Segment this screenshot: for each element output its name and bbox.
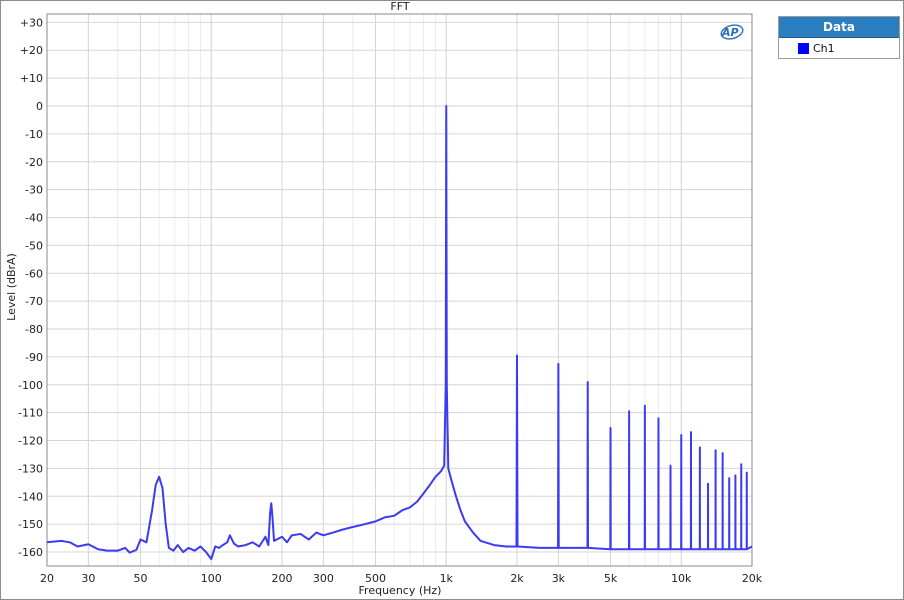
major-gridlines bbox=[47, 14, 752, 566]
x-tick-label: 300 bbox=[313, 572, 334, 585]
x-tick-label: 20 bbox=[40, 572, 54, 585]
x-tick-label: 30 bbox=[81, 572, 95, 585]
x-tick-label: 1k bbox=[440, 572, 454, 585]
x-tick-label: 2k bbox=[510, 572, 524, 585]
y-tick-label: -40 bbox=[25, 212, 43, 225]
x-tick-label: 10k bbox=[671, 572, 692, 585]
y-tick-label: -150 bbox=[18, 518, 43, 531]
svg-text:AP: AP bbox=[721, 26, 739, 39]
y-tick-label: -90 bbox=[25, 351, 43, 364]
y-tick-label: -70 bbox=[25, 295, 43, 308]
series-line-ch1 bbox=[47, 105, 752, 561]
y-tick-label: -30 bbox=[25, 184, 43, 197]
y-tick-label: -80 bbox=[25, 323, 43, 336]
y-tick-label: -100 bbox=[18, 379, 43, 392]
legend-header: Data bbox=[779, 17, 899, 38]
y-tick-label: -20 bbox=[25, 156, 43, 169]
y-tick-label: +20 bbox=[20, 44, 43, 57]
y-tick-label: +10 bbox=[20, 72, 43, 85]
x-tick-label: 50 bbox=[134, 572, 148, 585]
y-tick-label: -130 bbox=[18, 462, 43, 475]
minor-gridlines bbox=[87, 14, 682, 566]
ap-logo-icon: AP bbox=[720, 24, 744, 40]
legend-item-label: Ch1 bbox=[813, 41, 835, 55]
plot-area[interactable] bbox=[46, 13, 753, 567]
chart-title: FFT bbox=[390, 0, 409, 13]
y-tick-label: -160 bbox=[18, 546, 43, 559]
x-tick-label: 100 bbox=[201, 572, 222, 585]
series-layer bbox=[47, 105, 752, 561]
fft-chart: +30 +20 +10 0 -10 -20 -30 -40 -50 -60 -70 -80 -90 -10… bbox=[5, 0, 763, 597]
y-tick-label: 0 bbox=[36, 100, 43, 113]
y-tick-label: -140 bbox=[18, 490, 43, 503]
x-tick-label: 20k bbox=[742, 572, 763, 585]
x-tick-label: 5k bbox=[604, 572, 618, 585]
y-axis-ticks: +30 +20 +10 0 -10 -20 -30 -40 -50 -60 -70 -80 -90 -10… bbox=[18, 16, 43, 559]
y-tick-label: +30 bbox=[20, 16, 43, 29]
y-tick-label: -10 bbox=[25, 128, 43, 141]
y-tick-label: -60 bbox=[25, 267, 43, 280]
x-axis-label: Frequency (Hz) bbox=[359, 584, 442, 597]
legend-swatch bbox=[798, 42, 809, 54]
legend-item-ch1[interactable]: Ch1 bbox=[779, 38, 899, 58]
y-tick-label: -110 bbox=[18, 407, 43, 420]
x-tick-label: 3k bbox=[552, 572, 566, 585]
y-tick-label: -50 bbox=[25, 239, 43, 252]
x-tick-label: 200 bbox=[272, 572, 293, 585]
y-tick-label: -120 bbox=[18, 435, 43, 448]
y-axis-label: Level (dBrA) bbox=[5, 253, 18, 321]
legend-panel: Data Ch1 bbox=[778, 16, 900, 59]
